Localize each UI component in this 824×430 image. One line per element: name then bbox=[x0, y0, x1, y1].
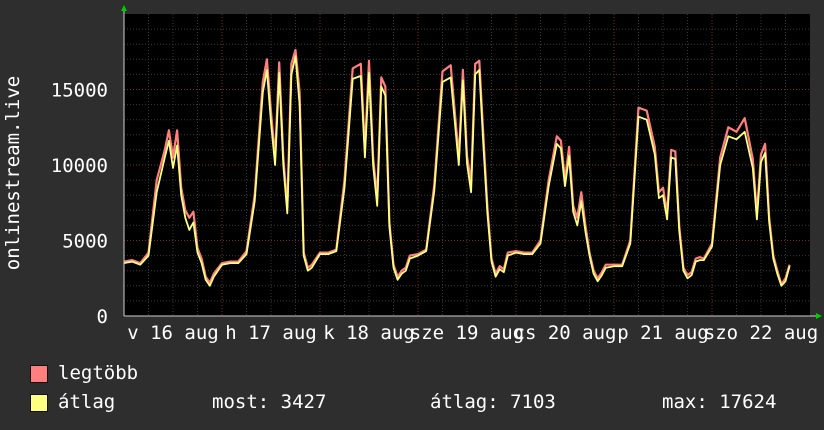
y-tick-label: 10000 bbox=[51, 155, 108, 177]
legend-label-max: legtöbb bbox=[58, 362, 139, 384]
x-tick-label: v 16 aug bbox=[127, 322, 219, 344]
legend-swatch-max bbox=[30, 365, 48, 383]
x-tick-label: cs 20 aug bbox=[514, 322, 617, 344]
stat-current: most: 3427 bbox=[212, 391, 327, 413]
y-axis-label: onlinestream.live bbox=[2, 76, 24, 270]
x-axis-arrow-icon bbox=[816, 313, 822, 319]
x-tick-label: szo 22 aug bbox=[704, 322, 818, 344]
x-tick-label: h 17 aug bbox=[225, 322, 317, 344]
chart: 050001000015000v 16 aug h 17 aug k 18 augs… bbox=[2, 5, 822, 344]
y-tick-label: 5000 bbox=[62, 231, 108, 253]
y-axis-arrow-icon bbox=[121, 5, 127, 11]
stat-max: max: 17624 bbox=[662, 391, 777, 413]
y-tick-label: 0 bbox=[97, 306, 108, 328]
x-tick-label: k 18 aug bbox=[323, 322, 415, 344]
stat-average: átlag: 7103 bbox=[430, 391, 556, 413]
y-tick-label: 15000 bbox=[51, 80, 108, 102]
x-tick-label: p 21 aug bbox=[617, 322, 709, 344]
x-tick-label: sze 19 aug bbox=[410, 322, 524, 344]
